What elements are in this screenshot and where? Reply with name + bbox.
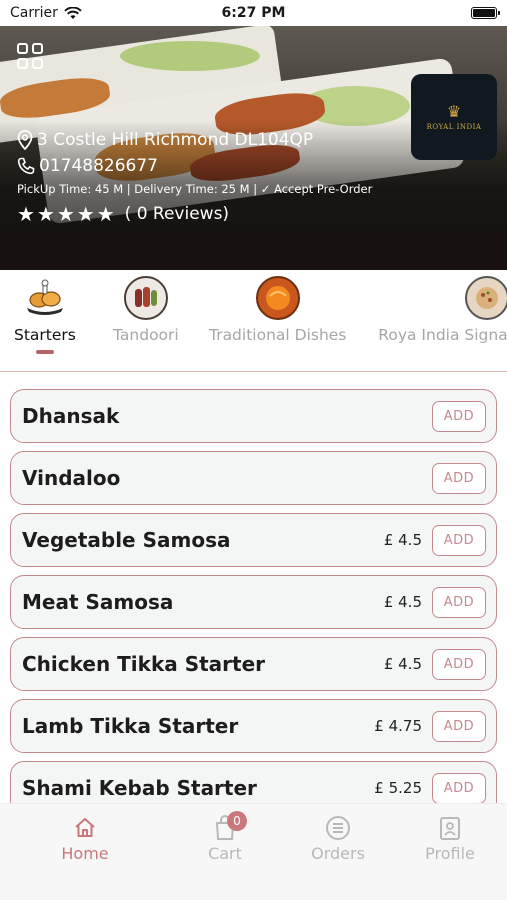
cart-count-badge: 0 xyxy=(227,811,247,831)
menu-list: Dhansak ADD Vindaloo ADD Vegetable Samos… xyxy=(0,373,507,803)
add-button[interactable]: ADD xyxy=(432,462,486,494)
tab-home[interactable]: Home xyxy=(35,814,135,863)
item-name: Vegetable Samosa xyxy=(22,528,231,552)
status-time: 6:27 PM xyxy=(221,5,286,21)
hero-photo-salad xyxy=(120,41,260,71)
item-name: Chicken Tikka Starter xyxy=(22,652,266,676)
cart-bag-icon: 0 xyxy=(213,811,247,842)
crown-icon: ♛ xyxy=(446,101,462,121)
add-button[interactable]: ADD xyxy=(432,772,486,803)
reviews-count: ( 0 Reviews) xyxy=(124,204,230,224)
signature-dish-icon xyxy=(465,276,507,320)
restaurant-info: 3 Costle Hill Richmond DL104QP 017488266… xyxy=(17,130,372,226)
restaurant-hero: ♛ ROYAL INDIA 3 Costle Hill Richmond DL1… xyxy=(0,26,507,270)
tandoori-plate-icon xyxy=(123,276,168,320)
orders-list-icon xyxy=(325,814,351,842)
phone-text: 01748826677 xyxy=(39,156,158,176)
menu-item[interactable]: Meat Samosa £ 4.5 ADD xyxy=(10,575,497,629)
tab-cart[interactable]: 0 Cart xyxy=(175,811,275,863)
item-price: £ 4.5 xyxy=(383,655,422,673)
category-tab-royal-india-signature[interactable]: Roya India Signa xyxy=(377,276,507,344)
battery-icon xyxy=(471,7,500,19)
menu-item[interactable]: Dhansak ADD xyxy=(10,389,497,443)
location-pin-icon xyxy=(17,130,33,150)
menu-item[interactable]: Vegetable Samosa £ 4.5 ADD xyxy=(10,513,497,567)
grid-menu-icon[interactable] xyxy=(17,43,43,69)
add-button[interactable]: ADD xyxy=(432,586,486,618)
item-name: Meat Samosa xyxy=(22,590,174,614)
item-price: £ 4.5 xyxy=(383,531,422,549)
item-name: Lamb Tikka Starter xyxy=(22,714,239,738)
rating-row[interactable]: ★★★★★ ( 0 Reviews) xyxy=(17,202,372,226)
category-label: Roya India Signa xyxy=(378,326,507,344)
add-button[interactable]: ADD xyxy=(432,648,486,680)
add-button[interactable]: ADD xyxy=(432,400,486,432)
bottom-tab-bar: Home 0 Cart Orders Profile xyxy=(0,803,507,900)
category-tab-starters[interactable]: Starters xyxy=(14,276,76,354)
tab-label: Home xyxy=(61,844,109,863)
category-label: Tandoori xyxy=(113,326,179,344)
star-rating-icon: ★★★★★ xyxy=(17,202,117,226)
address-row: 3 Costle Hill Richmond DL104QP xyxy=(17,130,372,150)
chicken-leg-icon xyxy=(23,276,67,320)
category-tab-traditional-dishes[interactable]: Traditional Dishes xyxy=(209,276,346,344)
status-bar: Carrier 6:27 PM xyxy=(0,0,507,26)
address-text: 3 Costle Hill Richmond DL104QP xyxy=(37,130,314,150)
menu-item[interactable]: Vindaloo ADD xyxy=(10,451,497,505)
menu-item[interactable]: Chicken Tikka Starter £ 4.5 ADD xyxy=(10,637,497,691)
tab-label: Orders xyxy=(311,844,365,863)
item-name: Vindaloo xyxy=(22,466,121,490)
tab-label: Profile xyxy=(425,844,475,863)
item-price: £ 4.5 xyxy=(383,593,422,611)
category-label: Starters xyxy=(14,326,76,344)
add-button[interactable]: ADD xyxy=(432,710,486,742)
tab-profile[interactable]: Profile xyxy=(400,814,500,863)
tab-orders[interactable]: Orders xyxy=(288,814,388,863)
item-name: Dhansak xyxy=(22,404,120,428)
phone-icon xyxy=(17,157,35,175)
item-price: £ 5.25 xyxy=(374,779,422,797)
item-price: £ 4.75 xyxy=(374,717,422,735)
phone-row[interactable]: 01748826677 xyxy=(17,156,372,176)
menu-item[interactable]: Lamb Tikka Starter £ 4.75 ADD xyxy=(10,699,497,753)
restaurant-logo: ♛ ROYAL INDIA xyxy=(411,74,497,160)
category-tab-tandoori[interactable]: Tandoori xyxy=(113,276,179,344)
home-icon xyxy=(73,814,97,842)
menu-item[interactable]: Shami Kebab Starter £ 5.25 ADD xyxy=(10,761,497,803)
active-category-indicator xyxy=(35,350,54,354)
service-times: PickUp Time: 45 M | Delivery Time: 25 M … xyxy=(17,182,373,196)
category-tabs: Starters Tandoori Traditional Dishes Roy… xyxy=(0,270,507,372)
category-label: Traditional Dishes xyxy=(209,326,347,344)
logo-text: ROYAL INDIA xyxy=(426,122,482,131)
tab-label: Cart xyxy=(208,844,242,863)
item-name: Shami Kebab Starter xyxy=(22,776,257,800)
curry-bowl-icon xyxy=(255,276,300,320)
profile-badge-icon xyxy=(439,814,461,842)
add-button[interactable]: ADD xyxy=(432,524,486,556)
